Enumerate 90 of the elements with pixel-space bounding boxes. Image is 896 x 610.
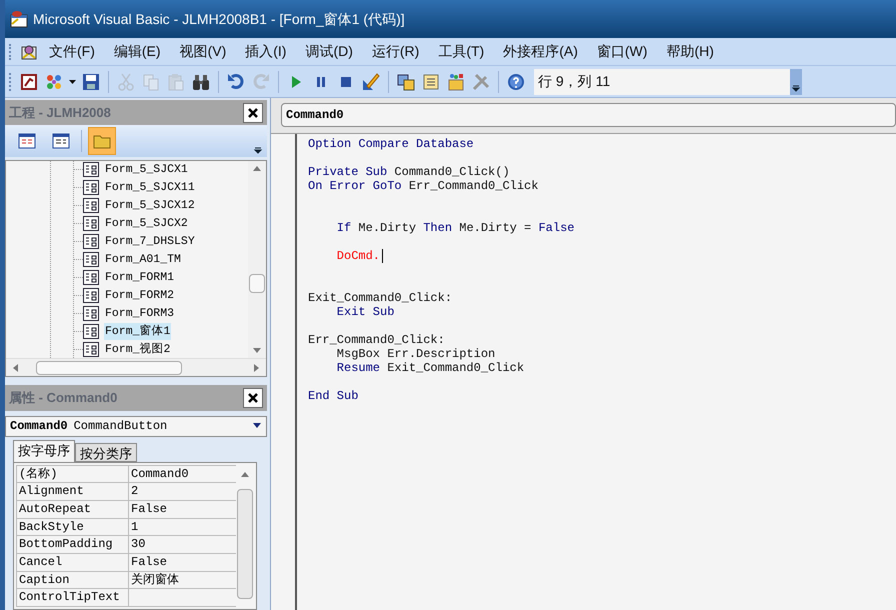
property-name: ControlTipText	[17, 589, 129, 606]
form-icon	[83, 198, 99, 214]
form-icon	[83, 342, 99, 358]
scrollbar-thumb[interactable]	[237, 488, 253, 599]
property-value[interactable]: 2	[129, 483, 138, 500]
tree-item[interactable]: Form_5_SJCX11	[104, 179, 196, 196]
folder-icon[interactable]	[88, 127, 116, 156]
dropdown-arrow-icon	[252, 423, 262, 430]
panel-title: 工程 - JLMH2008	[9, 104, 111, 122]
form-icon	[83, 288, 99, 304]
scrollbar-thumb[interactable]	[36, 361, 182, 376]
tree-item[interactable]: Form_5_SJCX2	[104, 215, 189, 232]
menu-item[interactable]: 外接程序(A)	[503, 41, 578, 62]
property-value[interactable]: 关闭窗体	[129, 572, 179, 588]
form-icon	[83, 162, 99, 178]
cursor-position: 行 9，列 11	[538, 72, 610, 91]
code-line: If Me.Dirty Then Me.Dirty = False	[336, 221, 574, 235]
property-name: Alignment	[17, 483, 129, 500]
property-name: Caption	[17, 572, 129, 588]
menu-item[interactable]: 调试(D)	[305, 41, 353, 62]
object-dropdown[interactable]: Command0 CommandButton	[5, 416, 267, 437]
tree-item[interactable]: Form_窗体1	[104, 323, 172, 340]
menu-item[interactable]: 帮助(H)	[666, 41, 714, 62]
scrollbar-thumb[interactable]	[249, 274, 265, 293]
menu-item[interactable]: 插入(I)	[245, 41, 286, 62]
property-value[interactable]: 1	[129, 518, 138, 536]
object-name: Command0	[10, 418, 68, 436]
form-icon	[83, 216, 99, 232]
form-icon	[83, 324, 99, 340]
form-icon	[83, 270, 99, 286]
menu-item[interactable]: 视图(V)	[180, 41, 226, 62]
menu-item[interactable]: 工具(T)	[438, 41, 484, 62]
object-type: CommandButton	[74, 418, 168, 436]
property-value[interactable]: Command0	[129, 466, 189, 482]
tree-item[interactable]: Form_FORM1	[104, 269, 176, 286]
code-line: Option Compare Database	[308, 137, 474, 151]
menu-item[interactable]: 文件(F)	[49, 41, 95, 62]
scroll-down-icon[interactable]	[252, 348, 262, 354]
vertical-scrollbar[interactable]	[248, 160, 266, 358]
code-line: Resume Exit_Command0_Click	[336, 361, 524, 375]
object-dropdown[interactable]: Command0	[281, 103, 896, 127]
tab[interactable]: 按字母序	[13, 440, 75, 462]
code-line: DoCmd.	[308, 248, 384, 264]
tree-item[interactable]: Form_视图2	[104, 341, 172, 358]
menu-item[interactable]: 编辑(E)	[114, 41, 161, 62]
code-line: Exit Sub	[336, 305, 394, 319]
window-title: Microsoft Visual Basic - JLMH2008B1 - [Form_窗体1 (代码)]	[33, 10, 405, 29]
tree-item[interactable]: Form_5_SJCX1	[104, 161, 189, 178]
scroll-left-icon[interactable]	[12, 362, 18, 373]
scroll-up-icon[interactable]	[240, 470, 250, 477]
tree-item[interactable]: Form_7_DHSLSY	[104, 233, 196, 250]
form-icon	[83, 234, 99, 250]
property-name: AutoRepeat	[17, 500, 129, 518]
tree-item[interactable]: Form_A01_TM	[104, 251, 182, 268]
property-name: (名称)	[17, 466, 129, 482]
form-icon	[83, 306, 99, 322]
toolbar-overflow-icon[interactable]	[790, 68, 802, 94]
code-line: MsgBox Err.Description	[336, 347, 496, 361]
close-icon	[247, 106, 259, 119]
code-line: Err_Command0_Click:	[308, 333, 445, 347]
horizontal-scrollbar[interactable]	[6, 358, 266, 376]
dropdown-caret-icon[interactable]	[69, 80, 76, 84]
toolbar-overflow-icon[interactable]	[253, 144, 263, 155]
property-value[interactable]: 30	[129, 536, 146, 553]
ruler-pencil-icon[interactable]	[361, 70, 381, 92]
form-icon	[83, 252, 99, 268]
property-name: BottomPadding	[17, 536, 129, 553]
form-icon	[83, 180, 99, 196]
property-value[interactable]: False	[129, 500, 168, 518]
property-value[interactable]: False	[129, 554, 168, 571]
code-line: Exit_Command0_Click:	[308, 291, 452, 305]
tree-item[interactable]: Form_FORM2	[104, 287, 176, 304]
panel-title: 属性 - Command0	[9, 389, 118, 408]
tree-item[interactable]: Form_FORM3	[104, 305, 176, 322]
property-name: BackStyle	[17, 518, 129, 536]
code-line: Private Sub Command0_Click()	[308, 165, 510, 179]
object-name: Command0	[286, 107, 344, 124]
menu-item[interactable]: 运行(R)	[372, 41, 420, 62]
menu-item[interactable]: 窗口(W)	[596, 41, 648, 62]
close-button[interactable]	[243, 102, 263, 123]
code-line: On Error GoTo Err_Command0_Click	[308, 179, 538, 193]
close-button[interactable]	[243, 388, 263, 408]
property-name: Cancel	[17, 554, 129, 571]
code-line: End Sub	[308, 389, 358, 403]
tab[interactable]: 按分类序	[75, 442, 137, 462]
scroll-right-icon[interactable]	[254, 362, 260, 373]
scroll-up-icon[interactable]	[252, 164, 262, 171]
close-icon	[247, 392, 259, 404]
app-icon	[9, 10, 29, 28]
tree-item[interactable]: Form_5_SJCX12	[104, 197, 196, 214]
